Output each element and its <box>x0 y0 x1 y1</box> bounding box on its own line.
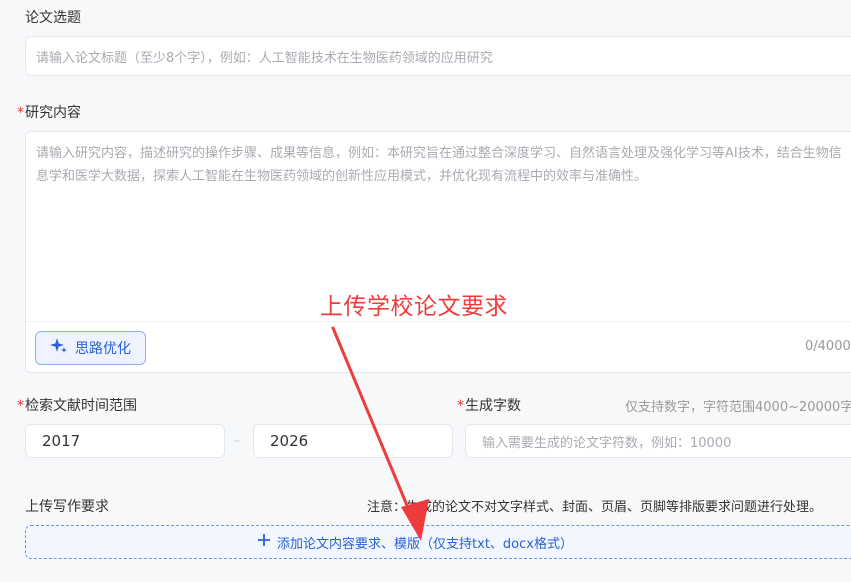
annotation-arrow <box>331 326 429 541</box>
thesis-form-page: 论文选题 请输入论文标题（至少8个字），例如：人工智能技术在生物医药领域的应用研… <box>0 0 851 582</box>
